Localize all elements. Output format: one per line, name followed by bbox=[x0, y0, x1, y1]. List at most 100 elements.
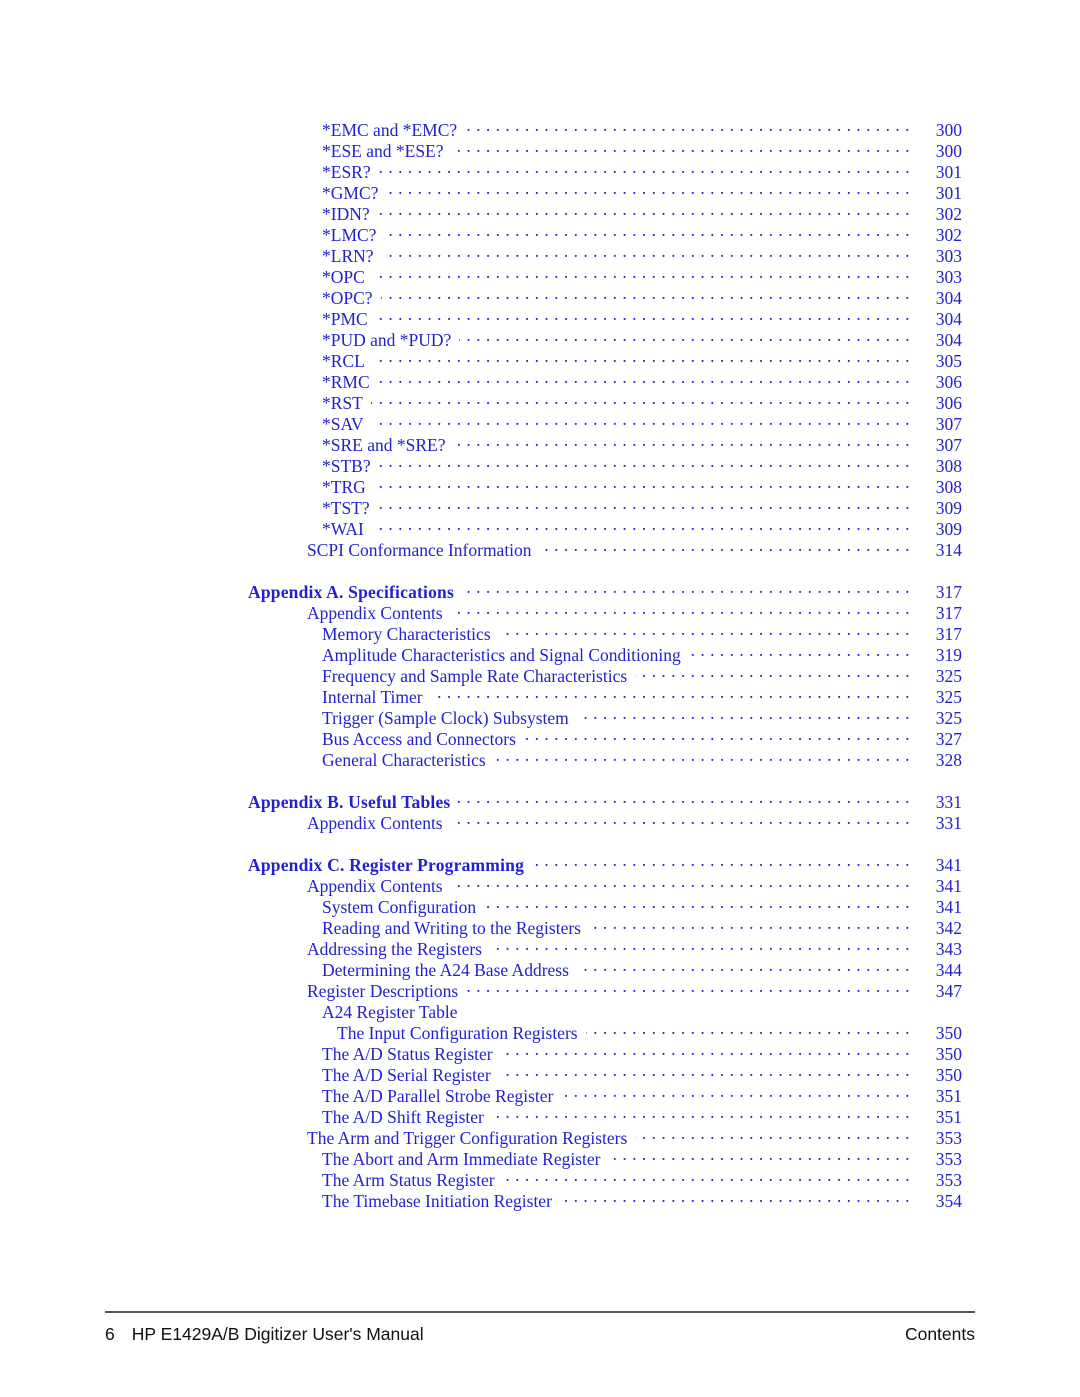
toc-entry-row[interactable]: Trigger (Sample Clock) Subsystem 325 bbox=[0, 706, 1080, 728]
toc-entry-row[interactable]: *TRG 308 bbox=[0, 475, 1080, 497]
toc-entry-label: *RMC bbox=[322, 371, 370, 392]
toc-entry-row[interactable]: *EMC and *EMC? 300 bbox=[0, 118, 1080, 140]
toc-entry-row[interactable]: Register Descriptions 347 bbox=[0, 979, 1080, 1001]
toc-entry-label: Internal Timer bbox=[322, 686, 423, 707]
toc-entry-row[interactable]: The Arm and Trigger Configuration Regist… bbox=[0, 1126, 1080, 1148]
toc-entry-row[interactable]: Amplitude Characteristics and Signal Con… bbox=[0, 643, 1080, 665]
toc-leader-dots bbox=[499, 1063, 910, 1081]
toc-entry-row[interactable]: *RST 306 bbox=[0, 391, 1080, 413]
toc-entry-row[interactable]: The Abort and Arm Immediate Register 353 bbox=[0, 1147, 1080, 1169]
toc-entry-row[interactable]: *OPC 303 bbox=[0, 265, 1080, 287]
toc-entry-label: The Timebase Initiation Register bbox=[322, 1190, 552, 1211]
toc-entry-row[interactable]: The A/D Status Register 350 bbox=[0, 1042, 1080, 1064]
toc-entry-label: *PUD and *PUD? bbox=[322, 329, 452, 350]
toc-entry-page-number: 308 bbox=[935, 455, 962, 476]
toc-entry-row[interactable]: *PMC 304 bbox=[0, 307, 1080, 329]
toc-entry-label: *SAV bbox=[322, 413, 364, 434]
toc-leader-dots bbox=[371, 391, 910, 409]
toc-entry-row[interactable]: Appendix Contents 331 bbox=[0, 811, 1080, 833]
toc-entry-page-number: 314 bbox=[935, 539, 962, 560]
toc-entry-row[interactable]: Internal Timer 325 bbox=[0, 685, 1080, 707]
toc-leader-dots bbox=[386, 181, 910, 199]
toc-leader-dots bbox=[451, 811, 910, 829]
document-page: *EMC and *EMC? 300 *ESE and *ESE? 300 *ESR? 3… bbox=[0, 0, 1080, 1397]
toc-entry-page-number: 308 bbox=[935, 476, 962, 497]
toc-entry-page-number: 331 bbox=[935, 791, 962, 812]
toc-entry-row[interactable]: Addressing the Registers 343 bbox=[0, 937, 1080, 959]
toc-entry-row[interactable]: The Timebase Initiation Register 354 bbox=[0, 1189, 1080, 1211]
toc-entry-row[interactable]: *RMC 306 bbox=[0, 370, 1080, 392]
toc-entry-row[interactable]: *OPC? 304 bbox=[0, 286, 1080, 308]
toc-leader-dots bbox=[458, 790, 910, 808]
toc-entry-page-number: 306 bbox=[935, 392, 962, 413]
toc-entry-label: The A/D Status Register bbox=[322, 1043, 493, 1064]
toc-entry-page-number: 341 bbox=[935, 896, 962, 917]
toc-entry-page-number: 307 bbox=[935, 434, 962, 455]
toc-leader-dots bbox=[376, 307, 910, 325]
toc-entry-row[interactable]: A24 Register Table bbox=[0, 1000, 1080, 1022]
toc-entry-page-number: 351 bbox=[935, 1106, 962, 1127]
toc-entry-page-number: 325 bbox=[935, 707, 962, 728]
toc-entry-page-number: 350 bbox=[935, 1022, 962, 1043]
toc-entry-label: The Abort and Arm Immediate Register bbox=[322, 1148, 601, 1169]
toc-entry-row[interactable]: Bus Access and Connectors 327 bbox=[0, 727, 1080, 749]
toc-entry-row[interactable]: *ESE and *ESE? 300 bbox=[0, 139, 1080, 161]
toc-leader-dots bbox=[494, 748, 910, 766]
table-of-contents: *EMC and *EMC? 300 *ESE and *ESE? 300 *ESR? 3… bbox=[0, 118, 1080, 1211]
toc-entry-row[interactable]: *SRE and *SRE? 307 bbox=[0, 433, 1080, 455]
toc-leader-dots bbox=[532, 853, 910, 871]
toc-entry-page-number: 353 bbox=[935, 1127, 962, 1148]
toc-entry-row[interactable]: *LRN? 303 bbox=[0, 244, 1080, 266]
toc-entry-label: *ESE and *ESE? bbox=[322, 140, 444, 161]
toc-entry-row[interactable]: *PUD and *PUD? 304 bbox=[0, 328, 1080, 350]
toc-entry-label: *GMC? bbox=[322, 182, 379, 203]
toc-entry-row[interactable]: *TST? 309 bbox=[0, 496, 1080, 518]
toc-entry-row[interactable]: The Input Configuration Registers 350 bbox=[0, 1021, 1080, 1043]
toc-entry-page-number: 327 bbox=[935, 728, 962, 749]
toc-entry-row[interactable]: *WAI 309 bbox=[0, 517, 1080, 539]
toc-entry-row[interactable]: Reading and Writing to the Registers 342 bbox=[0, 916, 1080, 938]
toc-chapter-row[interactable]: Appendix A. Specifications 317 bbox=[0, 580, 1080, 602]
toc-entry-row[interactable]: Appendix Contents 317 bbox=[0, 601, 1080, 623]
toc-leader-dots bbox=[561, 1084, 910, 1102]
toc-entry-row[interactable]: *IDN? 302 bbox=[0, 202, 1080, 224]
toc-entry-row[interactable]: The Arm Status Register 353 bbox=[0, 1168, 1080, 1190]
toc-entry-page-number: 350 bbox=[935, 1043, 962, 1064]
toc-entry-label: *STB? bbox=[322, 455, 371, 476]
toc-chapter-row[interactable]: Appendix C. Register Programming 341 bbox=[0, 853, 1080, 875]
toc-leader-dots bbox=[465, 118, 910, 136]
toc-entry-row[interactable]: Appendix Contents 341 bbox=[0, 874, 1080, 896]
toc-entry-page-number: 309 bbox=[935, 518, 962, 539]
toc-leader-dots bbox=[589, 916, 910, 934]
toc-entry-page-number: 304 bbox=[935, 308, 962, 329]
toc-entry-row[interactable]: The A/D Serial Register 350 bbox=[0, 1063, 1080, 1085]
toc-entry-row[interactable]: SCPI Conformance Information 314 bbox=[0, 538, 1080, 560]
toc-entry-label: The A/D Serial Register bbox=[322, 1064, 491, 1085]
toc-entry-row[interactable]: *RCL 305 bbox=[0, 349, 1080, 371]
toc-chapter-row[interactable]: Appendix B. Useful Tables 331 bbox=[0, 790, 1080, 812]
toc-entry-label: Amplitude Characteristics and Signal Con… bbox=[322, 644, 681, 665]
toc-entry-page-number: 302 bbox=[935, 203, 962, 224]
toc-entry-row[interactable]: The A/D Parallel Strobe Register 351 bbox=[0, 1084, 1080, 1106]
toc-entry-row[interactable]: Frequency and Sample Rate Characteristic… bbox=[0, 664, 1080, 686]
toc-leader-dots bbox=[524, 727, 910, 745]
toc-entry-row[interactable]: *STB? 308 bbox=[0, 454, 1080, 476]
toc-entry-label: The A/D Parallel Strobe Register bbox=[322, 1085, 554, 1106]
toc-entry-page-number: 354 bbox=[935, 1190, 962, 1211]
toc-entry-page-number: 319 bbox=[935, 644, 962, 665]
toc-entry-row[interactable]: The A/D Shift Register 351 bbox=[0, 1105, 1080, 1127]
toc-entry-page-number: 304 bbox=[935, 287, 962, 308]
toc-entry-row[interactable]: *LMC? 302 bbox=[0, 223, 1080, 245]
toc-entry-row[interactable]: Memory Characteristics 317 bbox=[0, 622, 1080, 644]
toc-entry-row[interactable]: *SAV 307 bbox=[0, 412, 1080, 434]
toc-leader-dots bbox=[484, 895, 910, 913]
toc-entry-row[interactable]: System Configuration 341 bbox=[0, 895, 1080, 917]
toc-entry-row[interactable]: General Characteristics 328 bbox=[0, 748, 1080, 770]
toc-leader-dots bbox=[379, 160, 910, 178]
toc-leader-dots bbox=[384, 223, 910, 241]
toc-entry-row[interactable]: *GMC? 301 bbox=[0, 181, 1080, 203]
toc-entry-page-number: 342 bbox=[935, 917, 962, 938]
toc-entry-page-number: 304 bbox=[935, 329, 962, 350]
toc-entry-row[interactable]: *ESR? 301 bbox=[0, 160, 1080, 182]
toc-entry-row[interactable]: Determining the A24 Base Address 344 bbox=[0, 958, 1080, 980]
